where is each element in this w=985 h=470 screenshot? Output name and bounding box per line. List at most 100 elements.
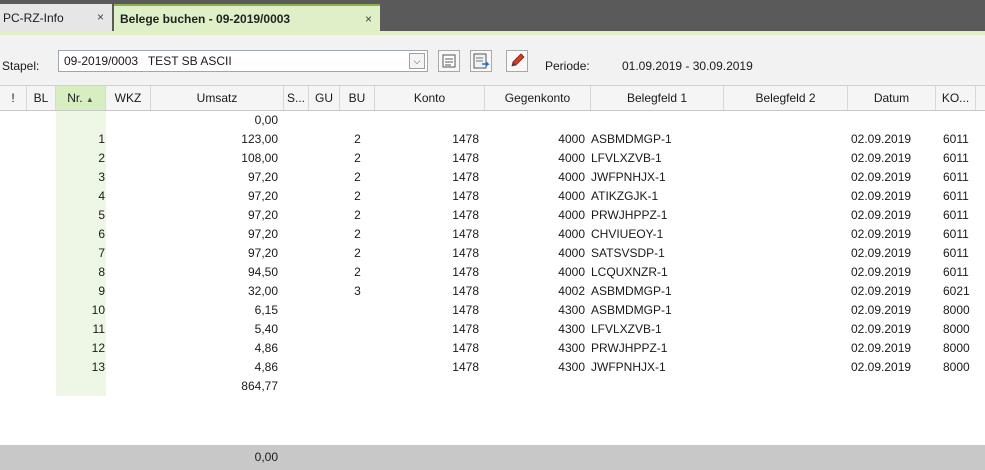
cell-bu <box>340 320 375 339</box>
cell-datum: 02.09.2019 <box>851 151 912 165</box>
cell-bu <box>340 377 375 396</box>
cell-ko: 6011 <box>943 208 969 222</box>
cell-konto: 1478 <box>452 227 479 241</box>
col-header-nr[interactable]: Nr. ▲ <box>56 86 106 110</box>
col-header-umsatz[interactable]: Umsatz <box>151 86 284 110</box>
tab-pc-rz-info[interactable]: PC-RZ-Info × <box>0 4 112 31</box>
table-row[interactable]: 1 123,00 2 1478 4000 ASBMDMGP-1 02.09.2019 6011 <box>0 130 985 149</box>
cell-umsatz: 97,20 <box>247 170 278 184</box>
cell-konto <box>375 377 479 396</box>
table-row[interactable]: 5 97,20 2 1478 4000 PRWJHPPZ-1 02.09.2019 6011 <box>0 206 985 225</box>
cell-ko: 8000 <box>943 303 970 317</box>
stapel-select[interactable]: 09-2019/0003 TEST SB ASCII ⌵ <box>58 50 428 72</box>
cell-konto: 1478 <box>452 341 479 355</box>
col-header-gu[interactable]: GU <box>309 86 340 110</box>
col-header-excl[interactable]: ! <box>0 86 27 110</box>
export-icon <box>473 53 490 69</box>
cell-belegfeld1: ASBMDMGP-1 <box>591 284 672 298</box>
col-header-belegfeld1[interactable]: Belegfeld 1 <box>591 86 724 110</box>
col-header-belegfeld2[interactable]: Belegfeld 2 <box>724 86 848 110</box>
chevron-down-icon[interactable]: ⌵ <box>409 53 425 69</box>
cell-bu <box>340 111 375 130</box>
col-header-konto[interactable]: Konto <box>375 86 485 110</box>
col-header-more[interactable] <box>976 86 985 110</box>
cell-bu: 2 <box>354 170 361 184</box>
col-header-ko[interactable]: KO... <box>936 86 976 110</box>
col-header-datum[interactable]: Datum <box>848 86 936 110</box>
cell-bu: 2 <box>354 208 361 222</box>
cell-gegenkonto <box>485 111 585 130</box>
table-row[interactable]: 11 5,40 1478 4300 LFVLXZVB-1 02.09.2019 8000 <box>0 320 985 339</box>
cell-gegenkonto <box>485 377 585 396</box>
cell-datum: 02.09.2019 <box>851 208 912 222</box>
cell-belegfeld1 <box>591 111 721 130</box>
tab-label: PC-RZ-Info <box>3 10 64 25</box>
table-row[interactable]: 10 6,15 1478 4300 ASBMDMGP-1 02.09.2019 8000 <box>0 301 985 320</box>
cell-gegenkonto: 4300 <box>558 303 585 317</box>
table-row[interactable]: 0,00 <box>0 111 985 130</box>
cell-datum: 02.09.2019 <box>851 265 912 279</box>
cell-belegfeld1: ATIKZGJK-1 <box>591 189 659 203</box>
sort-ascending-icon: ▲ <box>85 95 94 104</box>
cell-umsatz: 94,50 <box>247 265 278 279</box>
cell-datum: 02.09.2019 <box>851 246 912 260</box>
col-header-s[interactable]: S... <box>284 86 309 110</box>
col-header-bl[interactable]: BL <box>27 86 56 110</box>
tab-belege-buchen[interactable]: Belege buchen - 09-2019/0003 × <box>114 4 380 31</box>
cell-datum <box>851 377 936 396</box>
cell-nr: 4 <box>98 189 105 203</box>
cell-konto: 1478 <box>452 265 479 279</box>
cell-umsatz: 97,20 <box>247 246 278 260</box>
cell-belegfeld1: PRWJHPPZ-1 <box>591 341 668 355</box>
cell-gegenkonto: 4000 <box>558 265 585 279</box>
cell-nr: 10 <box>91 303 105 317</box>
cell-nr: 9 <box>98 284 105 298</box>
close-icon[interactable]: × <box>97 10 104 24</box>
cell-bu: 2 <box>354 227 361 241</box>
cell-datum <box>851 111 936 130</box>
table-row[interactable]: 13 4,86 1478 4300 JWFPNHJX-1 02.09.2019 8000 <box>0 358 985 377</box>
table-row[interactable]: 864,77 <box>0 377 985 396</box>
cell-gegenkonto: 4300 <box>558 341 585 355</box>
cell-ko <box>943 111 976 130</box>
table-row[interactable]: 6 97,20 2 1478 4000 CHVIUEOY-1 02.09.2019 6011 <box>0 225 985 244</box>
cell-datum: 02.09.2019 <box>851 360 912 374</box>
list-view-button[interactable] <box>438 50 460 72</box>
grid-footer: 0,00 <box>0 445 985 470</box>
col-header-gegenkonto[interactable]: Gegenkonto <box>485 86 591 110</box>
cell-umsatz: 4,86 <box>254 341 278 355</box>
cell-bu: 2 <box>354 189 361 203</box>
cell-nr: 5 <box>98 208 105 222</box>
cell-nr: 2 <box>98 151 105 165</box>
cell-ko: 6011 <box>943 265 969 279</box>
list-icon <box>442 54 456 68</box>
cell-belegfeld1: LFVLXZVB-1 <box>591 151 662 165</box>
cell-nr <box>56 377 105 396</box>
table-row[interactable]: 2 108,00 2 1478 4000 LFVLXZVB-1 02.09.2019 6011 <box>0 149 985 168</box>
col-header-bu[interactable]: BU <box>340 86 375 110</box>
cell-umsatz: 6,15 <box>254 303 278 317</box>
cell-konto: 1478 <box>452 208 479 222</box>
cell-datum: 02.09.2019 <box>851 189 912 203</box>
col-header-wkz[interactable]: WKZ <box>106 86 151 110</box>
cell-ko: 8000 <box>943 341 970 355</box>
cell-bu: 3 <box>354 284 361 298</box>
table-row[interactable]: 9 32,00 3 1478 4002 ASBMDMGP-1 02.09.2019 6021 <box>0 282 985 301</box>
stapel-label: Stapel: <box>2 59 40 73</box>
cell-bu: 2 <box>354 246 361 260</box>
table-row[interactable]: 3 97,20 2 1478 4000 JWFPNHJX-1 02.09.2019 6011 <box>0 168 985 187</box>
cell-umsatz: 97,20 <box>247 227 278 241</box>
grid-header: ! BL Nr. ▲ WKZ Umsatz S... GU BU Konto G… <box>0 85 985 111</box>
table-row[interactable]: 7 97,20 2 1478 4000 SATSVSDP-1 02.09.2019 6011 <box>0 244 985 263</box>
export-button[interactable] <box>470 50 492 72</box>
cell-umsatz: 108,00 <box>241 151 278 165</box>
cell-datum: 02.09.2019 <box>851 227 912 241</box>
close-icon[interactable]: × <box>365 12 372 26</box>
table-row[interactable]: 12 4,86 1478 4300 PRWJHPPZ-1 02.09.2019 8000 <box>0 339 985 358</box>
edit-button[interactable] <box>506 50 528 72</box>
cell-konto: 1478 <box>452 189 479 203</box>
cell-ko: 6011 <box>943 170 969 184</box>
table-row[interactable]: 4 97,20 2 1478 4000 ATIKZGJK-1 02.09.2019 6011 <box>0 187 985 206</box>
cell-konto <box>375 111 479 130</box>
table-row[interactable]: 8 94,50 2 1478 4000 LCQUXNZR-1 02.09.2019 6011 <box>0 263 985 282</box>
